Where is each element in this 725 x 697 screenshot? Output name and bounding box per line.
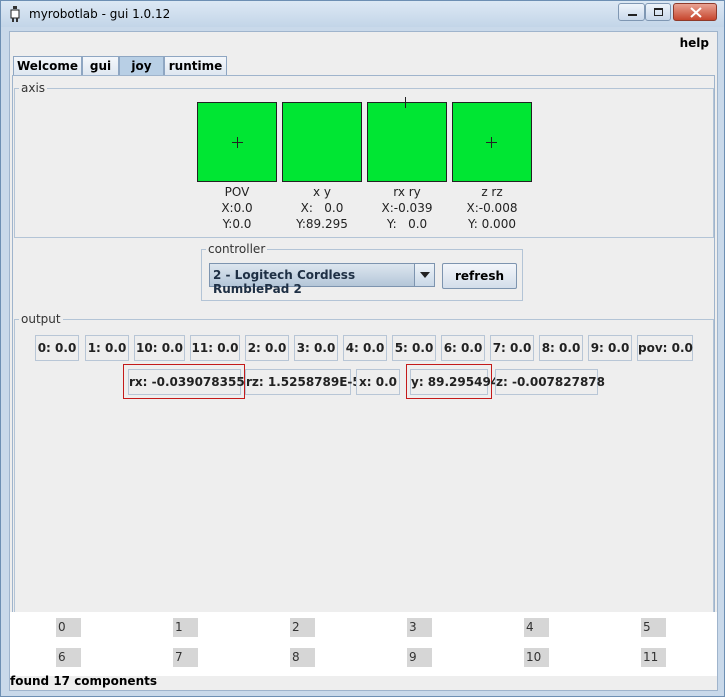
y-value: y: 89.295494 [410,369,499,395]
controller-select[interactable]: 2 - Logitech Cordless RumblePad 2 [209,263,435,296]
pov-pad [197,102,277,182]
pov-y: Y:0.0 [222,217,252,231]
button-indicator-9: 9 [407,648,432,667]
zrz-y: Y: 0.000 [468,217,516,231]
close-button[interactable] [673,3,717,21]
zrz-labels: z rz X:-0.008 Y: 0.000 [452,184,532,232]
xy-name: x y [312,185,332,199]
title-bar[interactable]: myrobotlab - gui 1.0.12 [1,1,724,27]
zrz-x: X:-0.008 [466,201,518,215]
button-10-value: 10: 0.0 [134,335,185,361]
button-4-value: 4: 0.0 [343,335,387,361]
pov-x: X:0.0 [221,201,253,215]
app-window: myrobotlab - gui 1.0.12 help Welcome gui… [0,0,725,697]
button-0-value: 0: 0.0 [35,335,79,361]
axis-group-label: axis [19,81,48,95]
tab-welcome[interactable]: Welcome [13,56,82,76]
xy-y: Y:89.295 [296,217,348,231]
maximize-button[interactable] [645,3,671,21]
button-indicator-3: 3 [407,618,432,637]
crosshair-icon [400,97,411,108]
rxry-y: Y: 0.0 [386,217,428,231]
rxry-name: rx ry [393,185,421,199]
button-2-value: 2: 0.0 [245,335,289,361]
crosshair-icon [486,137,497,148]
button-indicator-7: 7 [173,648,198,667]
button-11-value: 11: 0.0 [190,335,240,361]
rz-value: rz: 1.5258789E-5 [245,369,361,395]
zrz-name: z rz [481,185,503,199]
window-title: myrobotlab - gui 1.0.12 [29,7,171,21]
close-icon [690,7,702,18]
pov-name: POV [224,185,250,199]
rxry-labels: rx ry X:-0.039 Y: 0.0 [367,184,447,232]
rxry-x: X:-0.039 [381,201,433,215]
button-1-value: 1: 0.0 [85,335,129,361]
refresh-button[interactable]: refresh [442,263,517,289]
output-group-label: output [19,312,63,326]
button-indicator-6: 6 [56,648,81,667]
pov-labels: POV X:0.0 Y:0.0 [197,184,277,232]
button-indicator-2: 2 [290,618,315,637]
xy-x: X: 0.0 [300,201,344,215]
button-indicator-1: 1 [173,618,198,637]
joy-panel: axis POV X:0.0 Y:0.0 x y X: 0.0 Y:89.295… [12,75,715,643]
menu-bar: help [10,32,717,54]
zrz-pad [452,102,532,182]
rx-value: rx: -0.039078355 [128,369,245,395]
button-indicator-11: 11 [641,648,666,667]
xy-pad [282,102,362,182]
button-indicator-8: 8 [290,648,315,667]
pov-value: pov: 0.0 [637,335,693,361]
controller-group-label: controller [206,242,268,256]
controller-group: controller 2 - Logitech Cordless RumbleP… [201,242,523,301]
xy-labels: x y X: 0.0 Y:89.295 [282,184,362,232]
controller-selected-value: 2 - Logitech Cordless RumblePad 2 [213,268,356,296]
help-menu[interactable]: help [680,36,709,50]
button-6-value: 6: 0.0 [441,335,485,361]
x-value: x: 0.0 [356,369,400,395]
button-indicator-5: 5 [641,618,666,637]
button-grid: 0 1 2 3 4 5 6 7 8 9 10 11 [10,612,717,676]
rxry-pad [367,97,447,182]
main-content: help Welcome gui joy runtime axis POV X:… [9,31,718,691]
crosshair-icon [232,137,243,148]
z-value: z: -0.007827878 [495,369,605,395]
maximize-icon [654,8,663,16]
tab-gui[interactable]: gui [82,56,119,76]
output-group: output 0: 0.0 1: 0.0 10: 0.0 11: 0.0 2: … [14,312,714,641]
button-5-value: 5: 0.0 [392,335,436,361]
button-indicator-4: 4 [524,618,549,637]
robot-app-icon [10,6,20,22]
chevron-down-icon[interactable] [414,264,434,286]
tab-runtime[interactable]: runtime [164,56,227,76]
button-3-value: 3: 0.0 [294,335,338,361]
button-8-value: 8: 0.0 [539,335,583,361]
axis-group: axis POV X:0.0 Y:0.0 x y X: 0.0 Y:89.295… [14,81,714,238]
minimize-icon [628,14,637,16]
button-7-value: 7: 0.0 [490,335,534,361]
button-indicator-10: 10 [524,648,549,667]
button-9-value: 9: 0.0 [588,335,632,361]
minimize-button[interactable] [618,3,645,21]
status-bar: found 17 components [10,674,157,688]
button-indicator-0: 0 [56,618,81,637]
tab-joy[interactable]: joy [119,56,164,76]
